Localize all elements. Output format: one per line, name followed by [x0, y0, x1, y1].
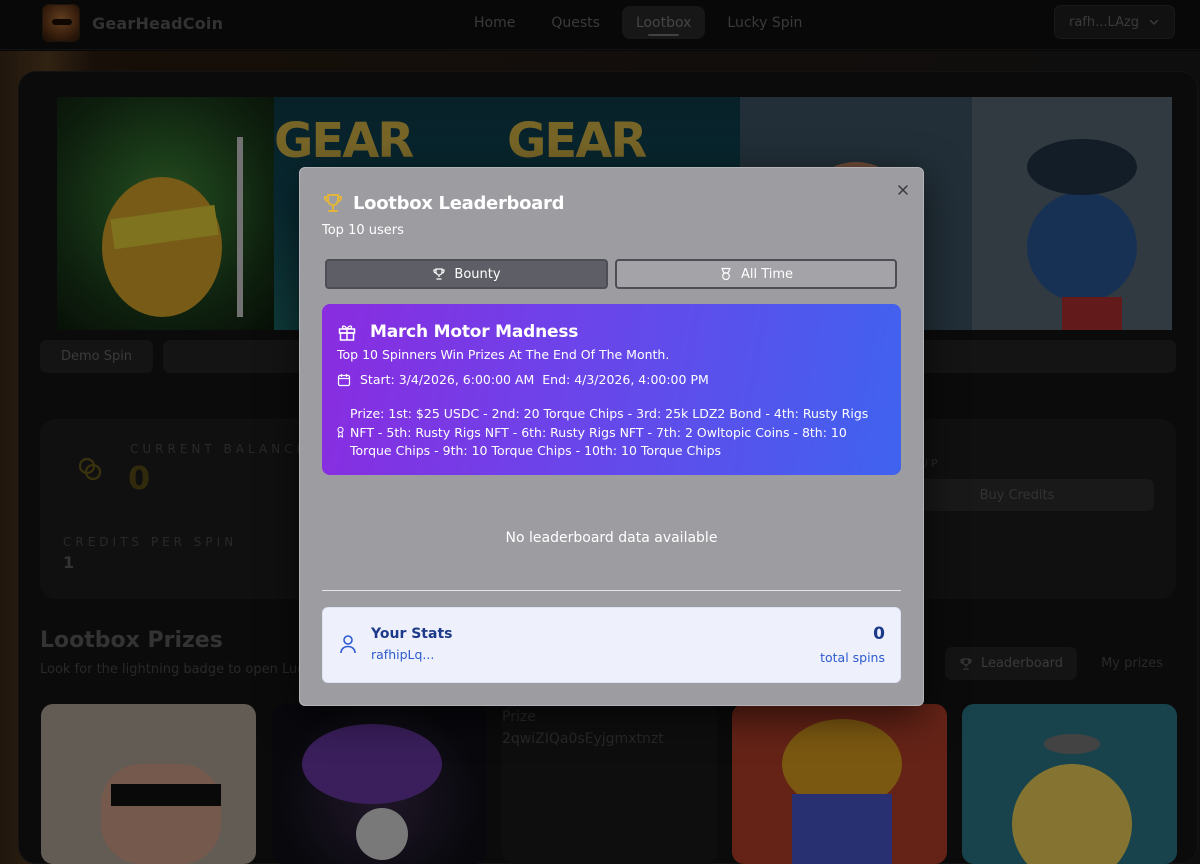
- modal-title-row: Lootbox Leaderboard: [322, 192, 565, 214]
- trophy-icon: [324, 194, 342, 212]
- trophy-icon: [433, 268, 446, 280]
- your-stats-card: [322, 607, 901, 683]
- bounty-dates: Start: 3/4/2026, 6:00:00 AM End: 4/3/202…: [360, 372, 709, 387]
- leaderboard-empty-message: No leaderboard data available: [505, 530, 718, 546]
- modal-subtitle: Top 10 users: [322, 223, 404, 238]
- close-icon[interactable]: [894, 181, 912, 199]
- stats-username: rafhipLq...: [371, 647, 435, 662]
- stats-total-spins-value: 0: [873, 624, 885, 644]
- bounty-title-row: March Motor Madness: [337, 322, 578, 342]
- tab-all-time[interactable]: All Time: [615, 259, 897, 289]
- stats-title: Your Stats: [371, 626, 453, 642]
- tab-bounty[interactable]: Bounty: [325, 259, 608, 289]
- stats-total-spins-label: total spins: [820, 650, 885, 665]
- bounty-title: March Motor Madness: [370, 322, 579, 342]
- user-icon: [340, 635, 356, 654]
- bounty-prize: Prize: 1st: $25 USDC - 2nd: 20 Torque Ch…: [350, 406, 869, 458]
- modal-title: Lootbox Leaderboard: [353, 192, 565, 214]
- gift-icon: [338, 325, 356, 341]
- divider: [322, 590, 901, 591]
- tab-all-time-label: All Time: [740, 266, 794, 282]
- award-icon: [337, 426, 344, 438]
- medal-icon: [721, 267, 731, 281]
- bounty-dates-row: Start: 3/4/2026, 6:00:00 AM End: 4/3/202…: [337, 372, 709, 387]
- tab-bounty-label: Bounty: [454, 266, 501, 282]
- bounty-description: Top 10 Spinners Win Prizes At The End Of…: [337, 347, 670, 362]
- calendar-icon: [337, 373, 351, 386]
